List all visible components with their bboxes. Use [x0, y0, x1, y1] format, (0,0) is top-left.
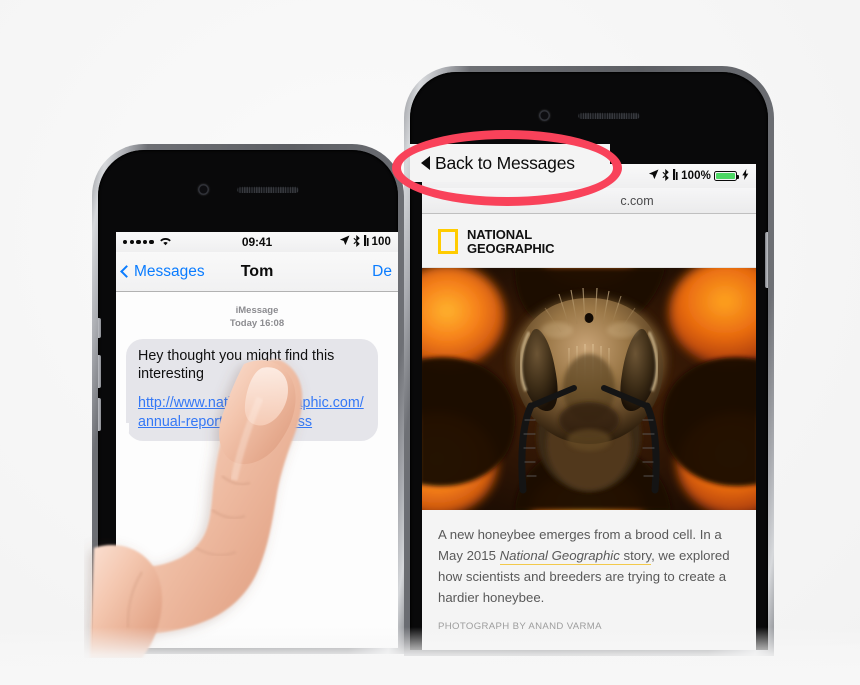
left-phone-bezel: 09:41 100 Messages Tom De iMessage Today…	[98, 150, 398, 648]
message-thread: iMessage Today 16:08 Hey thought you mig…	[116, 292, 398, 648]
logo-line-two: GEOGRAPHIC	[467, 240, 555, 256]
back-to-messages-label: Back to Messages	[435, 152, 575, 173]
address-bar-url: c.com	[620, 193, 654, 208]
nav-back-label: Messages	[134, 262, 205, 280]
left-phone-screen: 09:41 100 Messages Tom De iMessage Today…	[116, 232, 398, 648]
signal-bars-icon	[673, 169, 678, 183]
chevron-left-icon	[120, 265, 133, 278]
right-phone-screen: 100% c.com NATIONAL GEOGRAPHIC A new hon…	[422, 164, 756, 650]
messages-nav-bar: Messages Tom De	[116, 252, 398, 292]
honeybee-brood-cell-photo	[422, 268, 756, 510]
left-phone-body: 09:41 100 Messages Tom De iMessage Today…	[92, 144, 404, 654]
article-body: A new honeybee emerges from a brood cell…	[422, 510, 756, 642]
article-caption: A new honeybee emerges from a brood cell…	[438, 524, 740, 608]
details-button[interactable]: De	[372, 263, 392, 281]
wifi-icon	[159, 236, 172, 249]
earpiece-speaker-icon	[577, 112, 640, 119]
bluetooth-icon	[352, 234, 361, 250]
cellular-dots-icon	[123, 239, 154, 245]
bluetooth-icon	[662, 168, 670, 184]
left-status-left-group	[123, 236, 172, 249]
safari-address-bar[interactable]: c.com	[422, 188, 756, 214]
logo-line-one: NATIONAL	[467, 227, 532, 242]
location-arrow-icon	[339, 235, 350, 249]
thread-meta: iMessage Today 16:08	[116, 304, 398, 330]
caption-publication-name[interactable]: National Geographic	[499, 548, 620, 565]
scene-canvas: 09:41 100 Messages Tom De iMessage Today…	[0, 0, 860, 685]
front-camera-icon	[538, 110, 550, 121]
volume-down-button[interactable]	[98, 398, 101, 431]
front-camera-icon	[197, 184, 209, 195]
nav-back-messages-button[interactable]: Messages	[120, 262, 205, 281]
lightning-bolt-icon	[742, 169, 749, 183]
right-battery-percent: 100%	[681, 170, 711, 182]
back-triangle-icon	[421, 156, 430, 170]
left-status-right-group: 100	[339, 234, 392, 250]
battery-icon	[714, 171, 740, 181]
right-status-right-group: 100%	[648, 168, 749, 184]
bubble-wrap: Hey thought you might find this interest…	[116, 339, 398, 441]
left-status-bar: 09:41 100	[116, 232, 398, 252]
earpiece-speaker-icon	[236, 186, 299, 193]
left-battery-percent: 100	[371, 236, 391, 248]
photo-credit: PHOTOGRAPH BY ANAND VARMA	[438, 621, 602, 632]
signal-bars-icon	[363, 235, 369, 249]
message-body-text: Hey thought you might find this interest…	[138, 348, 335, 382]
national-geographic-logo-icon	[438, 229, 458, 254]
power-button[interactable]	[765, 232, 768, 288]
message-link[interactable]: http://www.nationalgeographic.com/annual…	[138, 394, 366, 432]
site-header: NATIONAL GEOGRAPHIC	[422, 214, 756, 268]
location-arrow-icon	[648, 169, 659, 183]
national-geographic-logo-text: NATIONAL GEOGRAPHIC	[467, 228, 554, 255]
back-to-messages-bar[interactable]: Back to Messages	[410, 144, 610, 182]
incoming-message-bubble[interactable]: Hey thought you might find this interest…	[119, 339, 378, 441]
caption-story-link[interactable]: story	[619, 548, 652, 565]
left-sensor-row	[98, 184, 398, 195]
imessage-service-label: iMessage	[235, 305, 279, 316]
mute-switch-button[interactable]	[98, 318, 101, 338]
volume-up-button[interactable]	[98, 355, 101, 388]
message-timestamp: Today 16:08	[229, 318, 285, 329]
right-sensor-row	[410, 110, 768, 121]
